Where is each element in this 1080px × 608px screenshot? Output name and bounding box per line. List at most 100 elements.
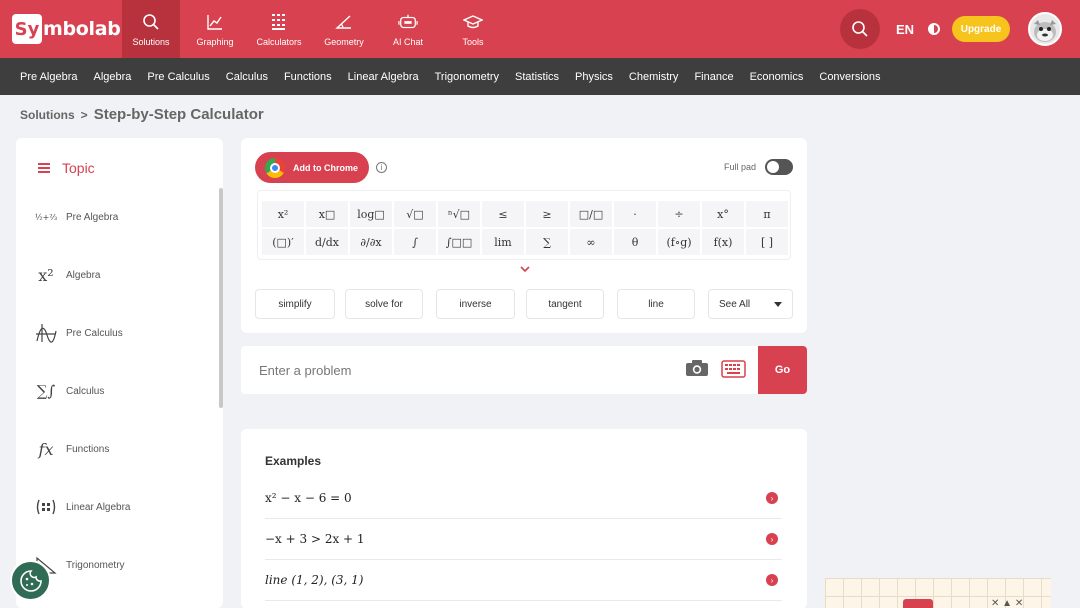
breadcrumb: Solutions > Step-by-Step Calculator	[20, 106, 264, 123]
key-infinity[interactable]: ∞	[570, 229, 612, 255]
go-button[interactable]: Go	[758, 346, 807, 394]
robot-icon	[398, 12, 418, 32]
sidebar-item-label: Algebra	[66, 269, 101, 281]
sidebar-item-calculus[interactable]: ∑∫ Calculus	[34, 376, 214, 406]
quick-tangent-button[interactable]: tangent	[526, 289, 604, 319]
nav-tab-label: Geometry	[324, 37, 364, 47]
camera-icon[interactable]	[685, 359, 709, 377]
nav-tab-graphing[interactable]: Graphing	[186, 0, 244, 58]
key-integral[interactable]: ∫	[394, 229, 436, 255]
graph-preview-handle	[903, 599, 933, 608]
sidebar-item-label: Calculus	[66, 385, 105, 397]
key-derivative-prime[interactable]: (□)′	[262, 229, 304, 255]
add-to-chrome-label: Add to Chrome	[293, 162, 358, 173]
search-icon	[852, 21, 868, 37]
nav-tab-solutions[interactable]: Solutions	[122, 0, 180, 58]
key-d-dx[interactable]: d/dx	[306, 229, 348, 255]
example-item[interactable]: −x + 3 > 2x + 1 ›	[265, 519, 782, 560]
subnav-economics[interactable]: Economics	[750, 71, 804, 83]
full-pad-toggle[interactable]	[765, 159, 793, 175]
quick-inverse-button[interactable]: inverse	[436, 289, 515, 319]
expand-chevron-icon[interactable]	[520, 265, 530, 276]
subnav-pre-algebra[interactable]: Pre Algebra	[20, 71, 77, 83]
example-expression: x² − x − 6 = 0	[265, 491, 352, 505]
nav-tab-tools[interactable]: Tools	[444, 0, 502, 58]
key-log[interactable]: log□	[350, 201, 392, 227]
examples-title: Examples	[265, 454, 322, 468]
subnav-physics[interactable]: Physics	[575, 71, 613, 83]
key-fraction[interactable]: □/□	[570, 201, 612, 227]
key-nth-root[interactable]: ⁿ√□	[438, 201, 480, 227]
key-x-squared[interactable]: x²	[262, 201, 304, 227]
subnav-linear-algebra[interactable]: Linear Algebra	[348, 71, 419, 83]
sidebar-item-linear-algebra[interactable]: Linear Algebra	[34, 492, 214, 522]
key-pi[interactable]: π	[746, 201, 788, 227]
info-icon[interactable]: i	[376, 162, 387, 173]
key-degree[interactable]: x°	[702, 201, 744, 227]
example-item[interactable]: line (1, 2), (3, 1) ›	[265, 560, 782, 601]
cookie-settings-button[interactable]	[10, 560, 51, 601]
key-leq[interactable]: ≤	[482, 201, 524, 227]
sidebar-item-label: Pre Algebra	[66, 211, 119, 223]
key-divide[interactable]: ÷	[658, 201, 700, 227]
sidebar-item-algebra[interactable]: x² Algebra	[34, 260, 214, 290]
quick-line-button[interactable]: line	[617, 289, 695, 319]
quick-simplify-button[interactable]: simplify	[255, 289, 335, 319]
nav-tab-label: Tools	[462, 37, 484, 47]
quick-solve-for-button[interactable]: solve for	[345, 289, 423, 319]
subnav-functions[interactable]: Functions	[284, 71, 332, 83]
breadcrumb-solutions[interactable]: Solutions	[20, 108, 75, 122]
key-lim[interactable]: lim	[482, 229, 524, 255]
subnav-calculus[interactable]: Calculus	[226, 71, 268, 83]
key-composition[interactable]: (f∘g)	[658, 229, 700, 255]
key-geq[interactable]: ≥	[526, 201, 568, 227]
chrome-icon	[265, 157, 285, 178]
subnav-statistics[interactable]: Statistics	[515, 71, 559, 83]
key-f-of-x[interactable]: f(x)	[702, 229, 744, 255]
language-selector[interactable]: EN	[896, 22, 914, 37]
sidebar-item-pre-calculus[interactable]: Pre Calculus	[34, 318, 214, 348]
subnav-finance[interactable]: Finance	[694, 71, 733, 83]
subnav-trigonometry[interactable]: Trigonometry	[435, 71, 499, 83]
nav-tab-ai-chat[interactable]: AI Chat	[379, 0, 437, 58]
matrix-icon	[34, 495, 58, 519]
key-sqrt[interactable]: √□	[394, 201, 436, 227]
avatar[interactable]	[1028, 12, 1062, 46]
sidebar-item-pre-algebra[interactable]: ½+⅔ Pre Algebra	[34, 202, 214, 232]
sidebar-scrollbar[interactable]	[219, 188, 223, 408]
keyboard-icon[interactable]	[721, 360, 746, 378]
key-definite-integral[interactable]: ∫□□	[438, 229, 480, 255]
see-all-dropdown[interactable]: See All	[708, 289, 793, 319]
graph-preview-widget[interactable]: ✕ ▲ ✕	[825, 578, 1051, 608]
symbolab-logo[interactable]: Sy mbolab	[12, 14, 121, 44]
nav-tab-geometry[interactable]: Geometry	[315, 0, 373, 58]
key-theta[interactable]: θ	[614, 229, 656, 255]
key-matrix[interactable]: [ ]	[746, 229, 788, 255]
nav-tab-label: AI Chat	[392, 37, 423, 47]
example-item[interactable]: x² − x − 6 = 0 ›	[265, 478, 782, 519]
key-x-power[interactable]: x□	[306, 201, 348, 227]
nav-tab-label: Calculators	[256, 37, 302, 47]
topic-header[interactable]: Topic	[38, 160, 95, 176]
sidebar-item-label: Trigonometry	[66, 559, 125, 571]
key-sum[interactable]: ∑	[526, 229, 568, 255]
subnav-pre-calculus[interactable]: Pre Calculus	[147, 71, 209, 83]
theme-toggle-icon[interactable]	[928, 23, 940, 35]
arrow-right-icon: ›	[766, 533, 778, 545]
calculator-icon	[269, 12, 289, 32]
sidebar-item-functions[interactable]: fx Functions	[34, 434, 214, 464]
problem-input[interactable]	[241, 346, 671, 394]
caret-down-icon	[774, 301, 782, 307]
example-expression: line (1, 2), (3, 1)	[265, 573, 364, 587]
global-search-button[interactable]	[840, 9, 880, 49]
sidebar-item-trigonometry[interactable]: Trigonometry	[34, 550, 214, 580]
fraction-add-icon: ½+⅔	[34, 212, 58, 222]
add-to-chrome-button[interactable]: Add to Chrome	[255, 152, 369, 183]
key-partial[interactable]: ∂/∂x	[350, 229, 392, 255]
subnav-algebra[interactable]: Algebra	[93, 71, 131, 83]
nav-tab-calculators[interactable]: Calculators	[250, 0, 308, 58]
upgrade-button[interactable]: Upgrade	[952, 16, 1010, 42]
subnav-chemistry[interactable]: Chemistry	[629, 71, 679, 83]
subnav-conversions[interactable]: Conversions	[819, 71, 880, 83]
key-multiply[interactable]: ·	[614, 201, 656, 227]
